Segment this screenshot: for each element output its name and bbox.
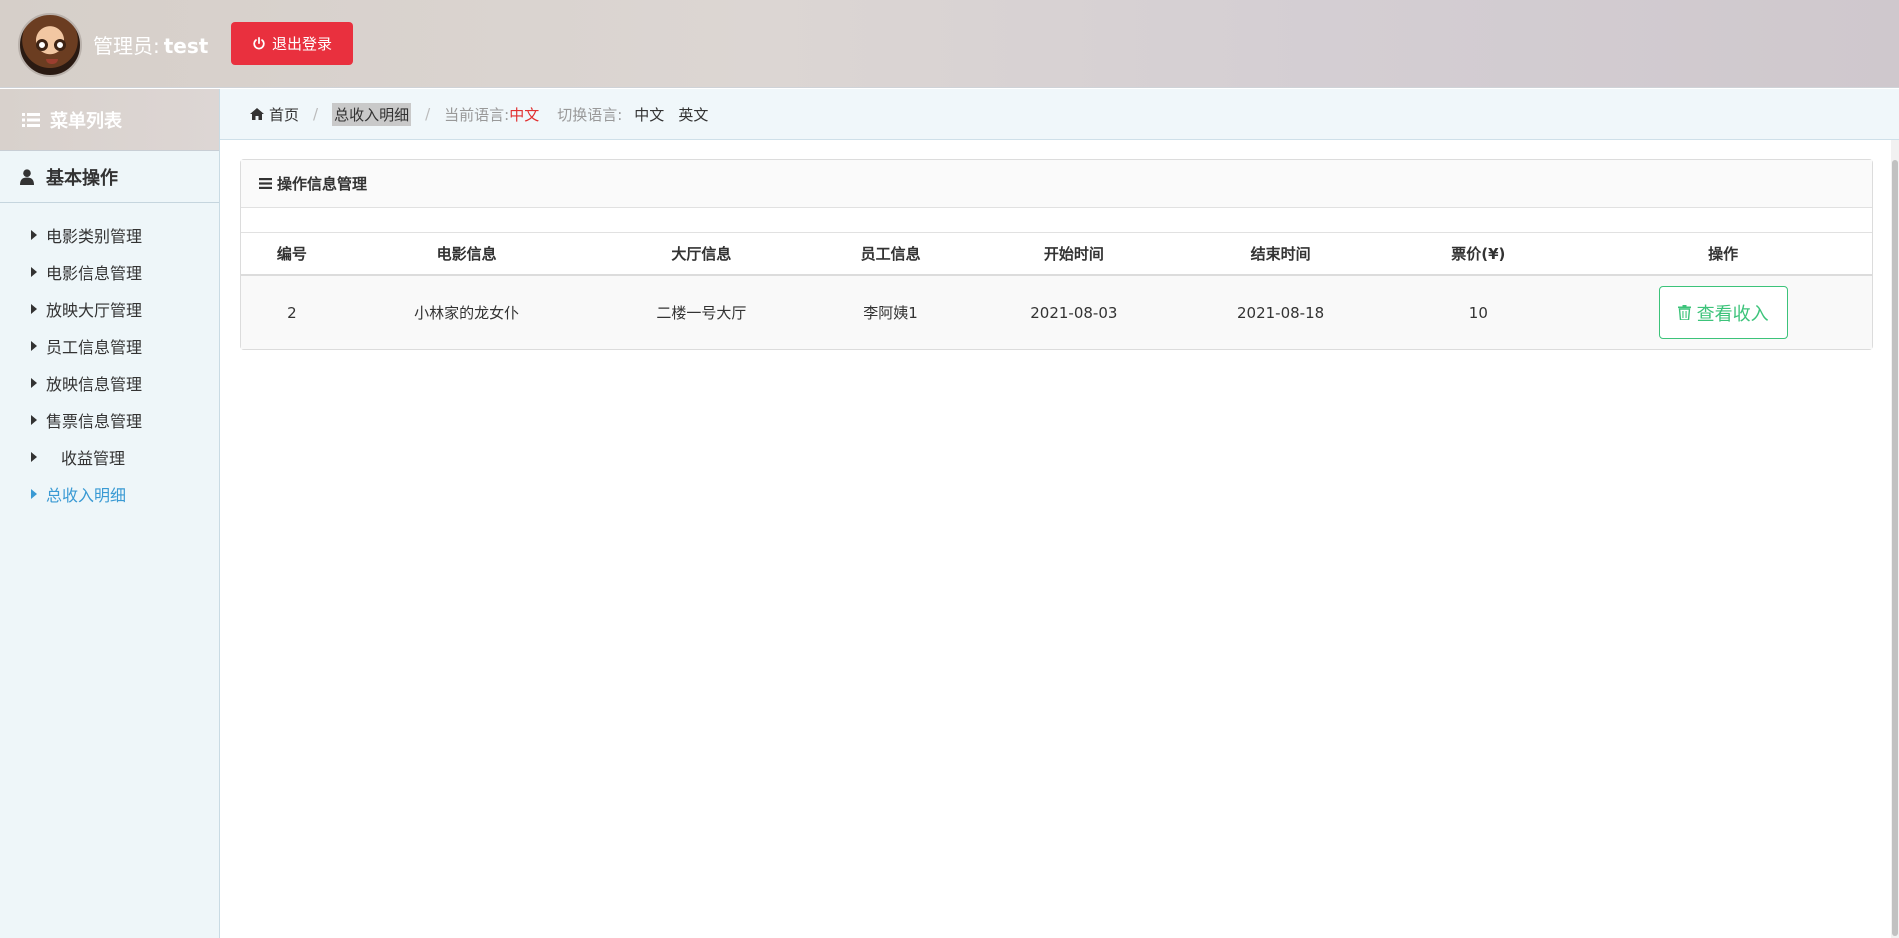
language-option-chinese[interactable]: 中文: [634, 104, 664, 125]
sidebar-item-label: 电影信息管理: [46, 263, 143, 283]
admin-label: 管理员:: [93, 34, 160, 58]
caret-right-icon: [31, 414, 37, 425]
table-header-row: 编号 电影信息 大厅信息 员工信息 开始时间 结束时间 票价(¥) 操作: [241, 233, 1872, 276]
sidebar: 菜单列表 基本操作 电影类别管理 电影信息管理 放映大厅管理 员工信息管理 放映…: [0, 89, 220, 938]
caret-right-icon: [31, 303, 37, 314]
menu-group-basic[interactable]: 基本操作: [0, 151, 219, 203]
list-icon: [22, 112, 40, 127]
admin-name: test: [163, 34, 209, 58]
sidebar-item-staff[interactable]: 员工信息管理: [0, 327, 219, 364]
bars-icon: [259, 178, 272, 189]
sidebar-item-label: 售票信息管理: [46, 411, 143, 431]
breadcrumb-home[interactable]: 首页: [250, 104, 299, 125]
menu-group-label: 基本操作: [46, 167, 118, 189]
page-scrollbar-thumb[interactable]: [1892, 160, 1898, 936]
caret-right-icon: [31, 488, 37, 499]
top-header: 管理员: test 退出登录: [0, 0, 1899, 88]
panel-header: 操作信息管理: [241, 160, 1872, 208]
cell-start: 2021-08-03: [968, 275, 1179, 349]
sidebar-item-movie-category[interactable]: 电影类别管理: [0, 216, 219, 253]
switch-language-label: 切换语言:: [557, 105, 623, 124]
cell-movie: 小林家的龙女仆: [342, 275, 591, 349]
sidebar-title: 菜单列表: [50, 110, 122, 132]
home-icon: [250, 108, 264, 120]
admin-title: 管理员: test: [93, 30, 208, 59]
language-option-english[interactable]: 英文: [678, 104, 708, 125]
column-header-staff: 员工信息: [812, 233, 969, 276]
sidebar-item-screening[interactable]: 放映信息管理: [0, 364, 219, 401]
current-language-value: 中文: [509, 105, 540, 124]
column-header-action: 操作: [1574, 233, 1872, 276]
cell-price: 10: [1382, 275, 1575, 349]
breadcrumb: 首页 / 总收入明细 / 当前语言: 中文 切换语言: 中文 英文: [220, 89, 1899, 140]
sidebar-item-tickets[interactable]: 售票信息管理: [0, 401, 219, 438]
breadcrumb-separator: /: [425, 105, 431, 123]
panel-title: 操作信息管理: [277, 175, 368, 193]
column-header-end: 结束时间: [1178, 233, 1383, 276]
sidebar-item-revenue[interactable]: 收益管理: [0, 438, 219, 475]
caret-right-icon: [31, 451, 37, 462]
sidebar-item-label: 员工信息管理: [46, 337, 143, 357]
current-language-label: 当前语言:: [444, 105, 510, 124]
logout-label: 退出登录: [271, 35, 332, 53]
caret-right-icon: [31, 229, 37, 240]
logout-button[interactable]: 退出登录: [231, 22, 353, 65]
sidebar-header: 菜单列表: [0, 89, 219, 151]
user-icon: [20, 168, 34, 185]
sidebar-item-label: 放映信息管理: [46, 374, 143, 394]
breadcrumb-current: 总收入明细: [332, 102, 412, 126]
caret-right-icon: [31, 266, 37, 277]
panel-toolbar-area: [241, 208, 1872, 233]
operation-panel: 操作信息管理 编号 电影信息 大厅信息 员工信息 开始时间 结束时间 票价(¥)…: [240, 159, 1873, 350]
sidebar-item-total-income[interactable]: 总收入明细: [0, 475, 219, 512]
sidebar-item-label: 电影类别管理: [46, 226, 143, 246]
table-row: 2 小林家的龙女仆 二楼一号大厅 李阿姨1 2021-08-03 2021-08…: [241, 275, 1872, 349]
column-header-start: 开始时间: [968, 233, 1179, 276]
sidebar-menu: 电影类别管理 电影信息管理 放映大厅管理 员工信息管理 放映信息管理 售票信息管…: [0, 203, 219, 512]
view-income-button[interactable]: 查看收入: [1658, 286, 1788, 339]
column-header-id: 编号: [241, 233, 343, 276]
breadcrumb-home-label: 首页: [269, 105, 300, 124]
cell-action: 查看收入: [1574, 275, 1872, 349]
sidebar-item-hall[interactable]: 放映大厅管理: [0, 290, 219, 327]
trash-icon: [1677, 305, 1691, 320]
sidebar-item-label: 收益管理: [61, 448, 126, 468]
sidebar-item-label: 放映大厅管理: [46, 300, 143, 320]
cell-staff: 李阿姨1: [812, 275, 969, 349]
column-header-movie: 电影信息: [342, 233, 591, 276]
cell-end: 2021-08-18: [1178, 275, 1383, 349]
caret-right-icon: [31, 377, 37, 388]
column-header-hall: 大厅信息: [590, 233, 813, 276]
power-icon: [252, 36, 266, 51]
caret-right-icon: [31, 340, 37, 351]
cell-id: 2: [241, 275, 343, 349]
sidebar-item-movie-info[interactable]: 电影信息管理: [0, 253, 219, 290]
view-income-label: 查看收入: [1696, 303, 1769, 325]
breadcrumb-separator: /: [313, 105, 319, 123]
column-header-price: 票价(¥): [1382, 233, 1575, 276]
admin-avatar: [18, 13, 82, 77]
income-table: 编号 电影信息 大厅信息 员工信息 开始时间 结束时间 票价(¥) 操作 2 小…: [241, 233, 1872, 349]
cell-hall: 二楼一号大厅: [590, 275, 813, 349]
sidebar-item-label: 总收入明细: [46, 485, 127, 505]
